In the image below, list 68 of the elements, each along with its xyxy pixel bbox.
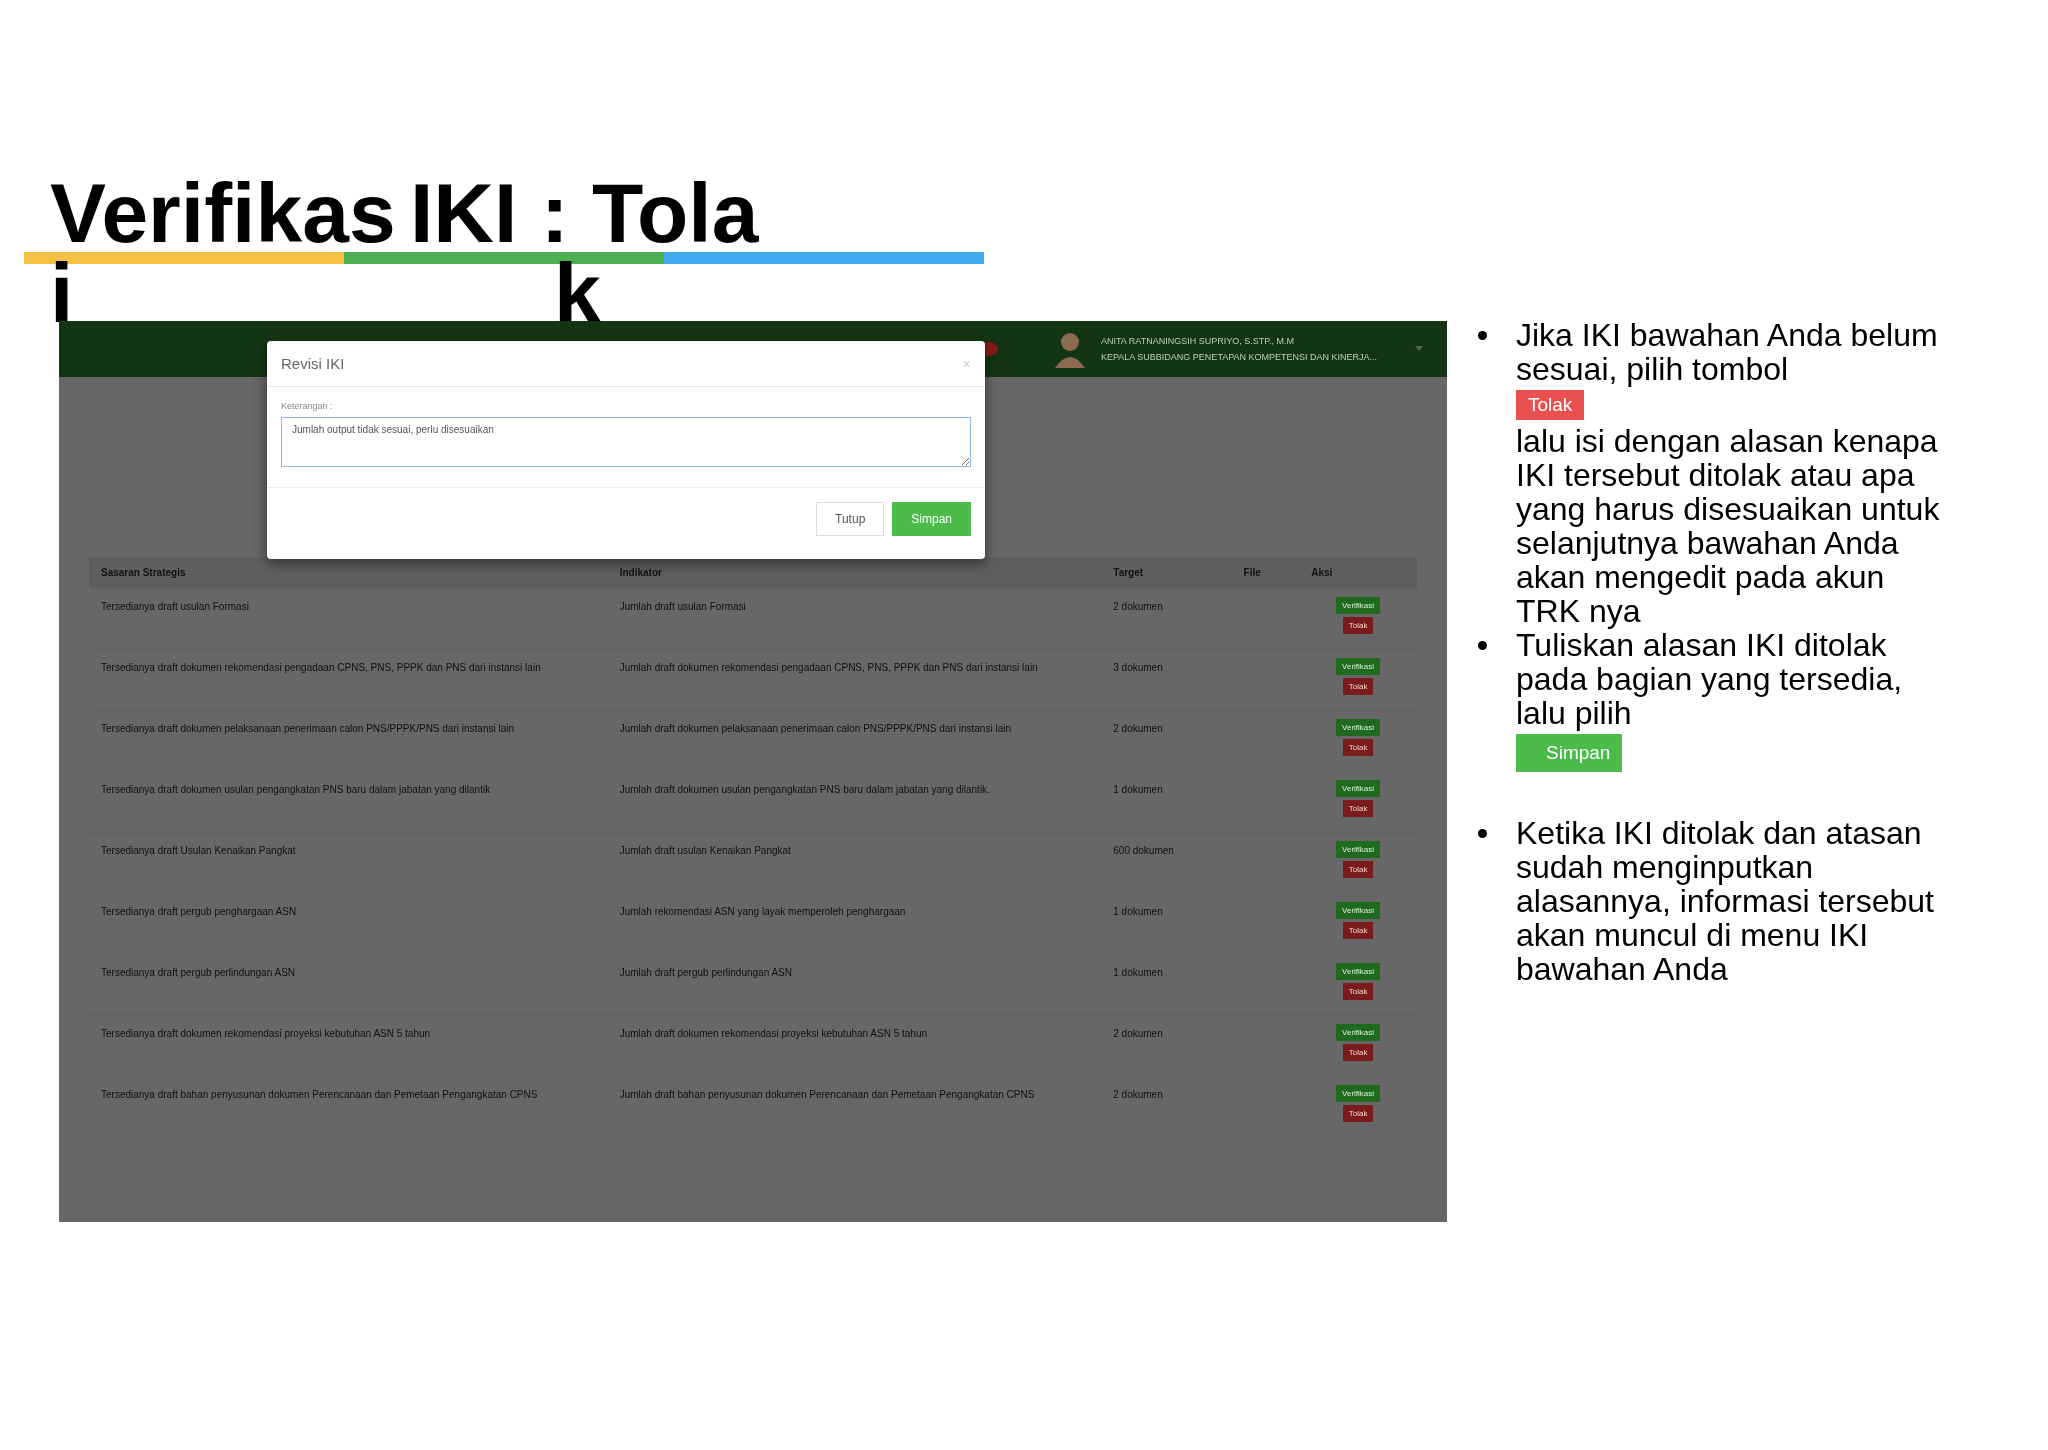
table-cell: Tersedianya draft usulan Formasi bbox=[89, 588, 608, 650]
verify-button[interactable]: Verifikasi bbox=[1336, 963, 1381, 980]
verify-button[interactable]: Verifikasi bbox=[1336, 841, 1381, 858]
table-cell: Tersedianya draft dokumen usulan pengangkatan PNS baru dalam jabatan yang dilantik bbox=[89, 771, 608, 833]
slide-title: Verifikas bbox=[49, 170, 396, 256]
table-cell: Tersedianya draft bahan penyusunan dokumen Perencanaan dan Pemetaan Pengangkatan CPNS bbox=[89, 1076, 608, 1137]
table-cell: Tersedianya draft dokumen rekomendasi proyeksi kebutuhan ASN 5 tahun bbox=[89, 1015, 608, 1077]
reject-button[interactable]: Tolak bbox=[1342, 922, 1374, 939]
table-cell: 600 dokumen bbox=[1101, 832, 1232, 894]
table-cell: Jumlah draft dokumen rekomendasi pengadaan CPNS, PNS, PPPK dan PNS dari instansi lain bbox=[607, 649, 1102, 711]
table-cell: 2 dokumen bbox=[1101, 710, 1232, 772]
table-cell: 3 dokumen bbox=[1101, 649, 1232, 711]
table-cell: 1 dokumen bbox=[1101, 771, 1232, 833]
table-cell: Jumlah draft dokumen usulan pengangkatan PNS baru dalam jabatan yang dilantik. bbox=[607, 771, 1102, 833]
verify-button[interactable]: Verifikasi bbox=[1336, 902, 1381, 919]
bullet-text: Jika IKI bawahan Anda belum sesuai, pilih tombol bbox=[1516, 318, 1939, 386]
table-cell: Tersedianya draft pergub perlindungan ASN bbox=[89, 954, 608, 1016]
verify-button[interactable]: Verifikasi bbox=[1336, 1085, 1381, 1102]
reject-button[interactable]: Tolak bbox=[1516, 390, 1585, 420]
bullet-icon bbox=[1478, 331, 1487, 340]
user-name: ANITA RATNANINGSIH SUPRIYO, S.STP., M.M bbox=[1101, 336, 1296, 346]
table-cell: 1 dokumen bbox=[1101, 954, 1232, 1016]
table-cell: Jumlah rekomendasi ASN yang layak memperoleh penghargaan bbox=[607, 893, 1102, 955]
column-header: Target bbox=[1101, 557, 1232, 589]
note-field[interactable]: Jumlah output tidak sesuai, perlu disesuaikan bbox=[281, 417, 971, 467]
table-cell: 2 dokumen bbox=[1101, 1015, 1232, 1077]
field-label: Keterangan : bbox=[281, 401, 334, 411]
table-cell: Jumlah draft dokumen pelaksanaan penerimaan calon PNS/PPPK/PNS dari instansi lain bbox=[607, 710, 1102, 772]
column-header: File bbox=[1231, 557, 1300, 589]
verify-button[interactable]: Verifikasi bbox=[1336, 658, 1381, 675]
table-cell: Jumlah draft usulan Kenaikan Pangkat bbox=[607, 832, 1102, 894]
table-cell: 1 dokumen bbox=[1101, 893, 1232, 955]
table-cell: Jumlah draft usulan Formasi bbox=[607, 588, 1102, 650]
bullet-icon bbox=[1478, 641, 1487, 650]
reject-button[interactable]: Tolak bbox=[1342, 1105, 1374, 1122]
table-cell: 2 dokumen bbox=[1101, 588, 1232, 650]
table-cell: Jumlah draft pergub perlindungan ASN bbox=[607, 954, 1102, 1016]
reject-button[interactable]: Tolak bbox=[1342, 983, 1374, 1000]
reject-button[interactable]: Tolak bbox=[1342, 617, 1374, 634]
slide-title: IKI : Tola bbox=[409, 170, 759, 256]
table-cell: Tersedianya draft dokumen pelaksanaan penerimaan calon PNS/PPPK/PNS dari instansi lain bbox=[89, 710, 608, 772]
column-header: Aksi bbox=[1299, 557, 1417, 589]
dialog-title: Revisi IKI bbox=[281, 355, 345, 372]
table-cell: Jumlah draft dokumen rekomendasi proyeksi kebutuhan ASN 5 tahun bbox=[607, 1015, 1102, 1077]
bullet-text: Tuliskan alasan IKI ditolak pada bagian yang tersedia, lalu pilih bbox=[1516, 628, 1904, 730]
verify-button[interactable]: Verifikasi bbox=[1336, 780, 1381, 797]
reject-button[interactable]: Tolak bbox=[1342, 800, 1374, 817]
avatar-icon bbox=[1053, 330, 1087, 368]
bullet-text: lalu isi dengan alasan kenapa IKI tersebut ditolak atau apa yang harus disesuaikan untuk selanjutnya bawahan Anda akan mengedit pada akun TRK nya bbox=[1516, 424, 1941, 628]
column-header: Indikator bbox=[607, 557, 1102, 589]
reject-button[interactable]: Tolak bbox=[1342, 739, 1374, 756]
bullet-icon bbox=[1478, 829, 1487, 838]
reject-button[interactable]: Tolak bbox=[1342, 1044, 1374, 1061]
reject-button[interactable]: Tolak bbox=[1342, 678, 1374, 695]
column-header: Sasaran Strategis bbox=[89, 557, 608, 589]
bullet-text: Ketika IKI ditolak dan atasan sudah menginputkan alasannya, informasi tersebut akan muncul di menu IKI bawahan Anda bbox=[1516, 816, 1935, 986]
table-cell: 2 dokumen bbox=[1101, 1076, 1232, 1137]
caret-icon[interactable] bbox=[1415, 346, 1423, 352]
table-cell: Jumlah draft bahan penyusunan dokumen Perencanaan dan Pemetaan Pengangkatan CPNS bbox=[607, 1076, 1102, 1137]
close-dialog-button[interactable]: Tutup bbox=[816, 502, 885, 536]
table-cell: Tersedianya draft pergub penghargaan ASN bbox=[89, 893, 608, 955]
table-cell: Tersedianya draft Usulan Kenaikan Pangkat bbox=[89, 832, 608, 894]
user-role: KEPALA SUBBIDANG PENETAPAN KOMPETENSI DAN KINERJA... bbox=[1101, 352, 1379, 362]
verify-button[interactable]: Verifikasi bbox=[1336, 597, 1381, 614]
table-cell: Tersedianya draft dokumen rekomendasi pengadaan CPNS, PNS, PPPK dan PNS dari instansi lain bbox=[89, 649, 608, 711]
verify-button[interactable]: Verifikasi bbox=[1336, 719, 1381, 736]
reject-button[interactable]: Tolak bbox=[1342, 861, 1374, 878]
verify-button[interactable]: Verifikasi bbox=[1336, 1024, 1381, 1041]
